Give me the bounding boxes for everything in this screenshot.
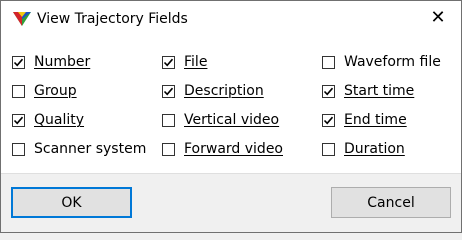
fields-panel: Number Group Quality Scanner system File… — [1, 34, 461, 173]
checkbox-description[interactable]: Description — [162, 81, 264, 101]
checkbox-file[interactable]: File — [162, 52, 207, 72]
close-icon[interactable]: ✕ — [415, 1, 461, 34]
title-bar[interactable]: View Trajectory Fields ✕ — [1, 1, 461, 34]
cancel-button[interactable]: Cancel — [331, 187, 451, 218]
checkbox-box[interactable] — [12, 84, 25, 98]
checkbox-box[interactable] — [162, 113, 175, 127]
checkbox-start-time[interactable]: Start time — [322, 81, 414, 101]
checkbox-label: Group — [34, 83, 77, 99]
checkbox-duration[interactable]: Duration — [322, 139, 405, 159]
checkbox-label: End time — [344, 112, 407, 128]
checkbox-label: Number — [34, 54, 91, 70]
dialog-window: View Trajectory Fields ✕ Number Group Qu… — [0, 0, 462, 233]
checkbox-number[interactable]: Number — [12, 52, 90, 72]
app-triangle-icon — [13, 12, 31, 26]
checkbox-box[interactable] — [322, 55, 335, 69]
footer-divider — [1, 173, 461, 174]
checkbox-quality[interactable]: Quality — [12, 110, 84, 130]
checkbox-vertical-video[interactable]: Vertical video — [162, 110, 279, 130]
checkbox-box[interactable] — [12, 142, 25, 156]
checkbox-box[interactable] — [162, 55, 175, 69]
checkbox-forward-video[interactable]: Forward video — [162, 139, 283, 159]
checkbox-box[interactable] — [322, 142, 335, 156]
checkbox-label: Description — [184, 83, 264, 99]
checkbox-box[interactable] — [322, 84, 335, 98]
checkbox-label: Forward video — [184, 141, 283, 157]
checkbox-box[interactable] — [162, 142, 175, 156]
checkbox-end-time[interactable]: End time — [322, 110, 407, 130]
window-title: View Trajectory Fields — [37, 11, 188, 27]
checkbox-label: Waveform file — [344, 54, 441, 70]
checkbox-label: Scanner system — [34, 141, 147, 157]
ok-button[interactable]: OK — [11, 187, 132, 218]
checkbox-label: Vertical video — [184, 112, 280, 128]
checkbox-label: File — [184, 54, 208, 70]
checkbox-scanner-system[interactable]: Scanner system — [12, 139, 146, 159]
checkbox-label: Quality — [34, 112, 85, 128]
checkbox-box[interactable] — [12, 113, 25, 127]
checkbox-label: Start time — [344, 83, 415, 99]
checkbox-box[interactable] — [162, 84, 175, 98]
checkbox-waveform-file[interactable]: Waveform file — [322, 52, 441, 72]
checkbox-box[interactable] — [12, 55, 25, 69]
checkbox-label: Duration — [344, 141, 405, 157]
checkbox-box[interactable] — [322, 113, 335, 127]
checkbox-group[interactable]: Group — [12, 81, 77, 101]
